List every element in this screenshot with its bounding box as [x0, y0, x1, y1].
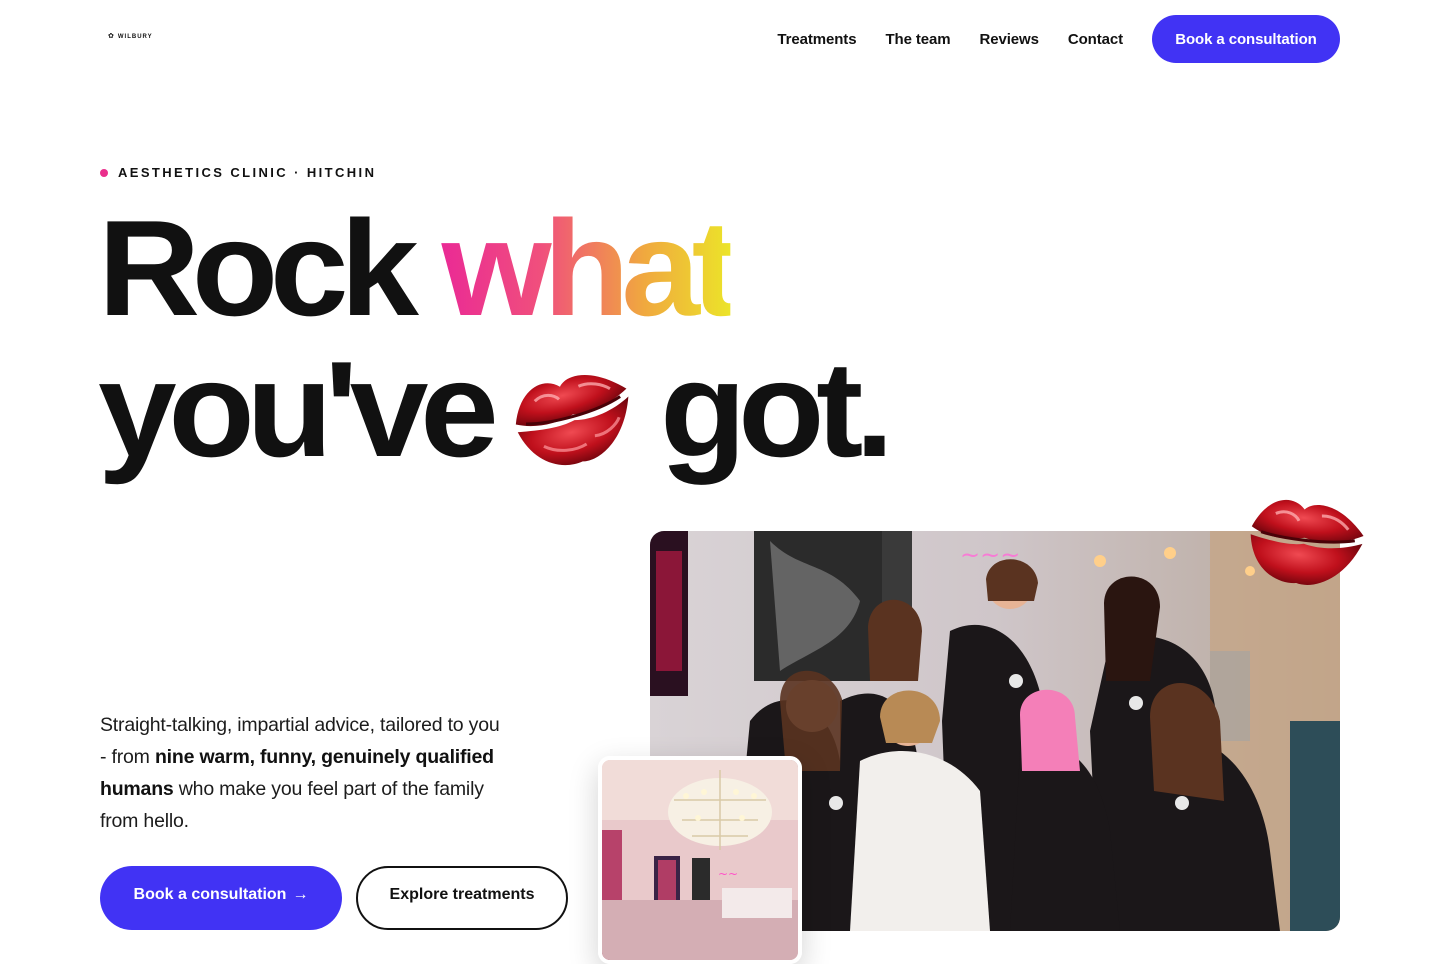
- nav-the-team[interactable]: The team: [885, 31, 950, 48]
- explore-treatments-button[interactable]: Explore treatments: [356, 866, 568, 930]
- hero-intro: Straight-talking, impartial advice, tail…: [100, 709, 500, 837]
- book-consultation-button[interactable]: Book a consultation: [1152, 15, 1340, 63]
- hero-cta-label: Book a consultation: [133, 886, 287, 903]
- headline-line-1: Rock what: [98, 200, 739, 336]
- hero-book-consultation-button[interactable]: Book a consultation →: [100, 866, 342, 930]
- salon-chandelier-photo: ~~: [598, 756, 802, 964]
- eyebrow: AESTHETICS CLINIC · HITCHIN: [100, 165, 376, 180]
- salon-photo-art: ~~: [602, 760, 798, 960]
- svg-text:~~: ~~: [718, 867, 738, 881]
- eyebrow-text: AESTHETICS CLINIC · HITCHIN: [118, 165, 377, 180]
- arrow-right-icon: →: [292, 886, 309, 903]
- nav-reviews[interactable]: Reviews: [980, 31, 1039, 48]
- main-nav: Treatments The team Reviews Contact Book…: [777, 15, 1340, 63]
- logo-text: WILBURY: [117, 33, 153, 40]
- headline-got: got.: [660, 333, 894, 485]
- headline-rock: Rock: [98, 192, 442, 344]
- nav-contact[interactable]: Contact: [1068, 31, 1123, 48]
- lips-kiss-icon-corner: [1250, 500, 1364, 585]
- flower-icon: ✿: [108, 33, 115, 40]
- headline-what: what: [441, 192, 739, 344]
- site-logo[interactable]: ✿ WILBURY: [108, 33, 153, 40]
- dot-icon: [100, 168, 108, 177]
- nav-treatments[interactable]: Treatments: [777, 31, 856, 48]
- headline-youve: you've: [98, 333, 499, 485]
- lips-kiss-icon: [515, 375, 629, 466]
